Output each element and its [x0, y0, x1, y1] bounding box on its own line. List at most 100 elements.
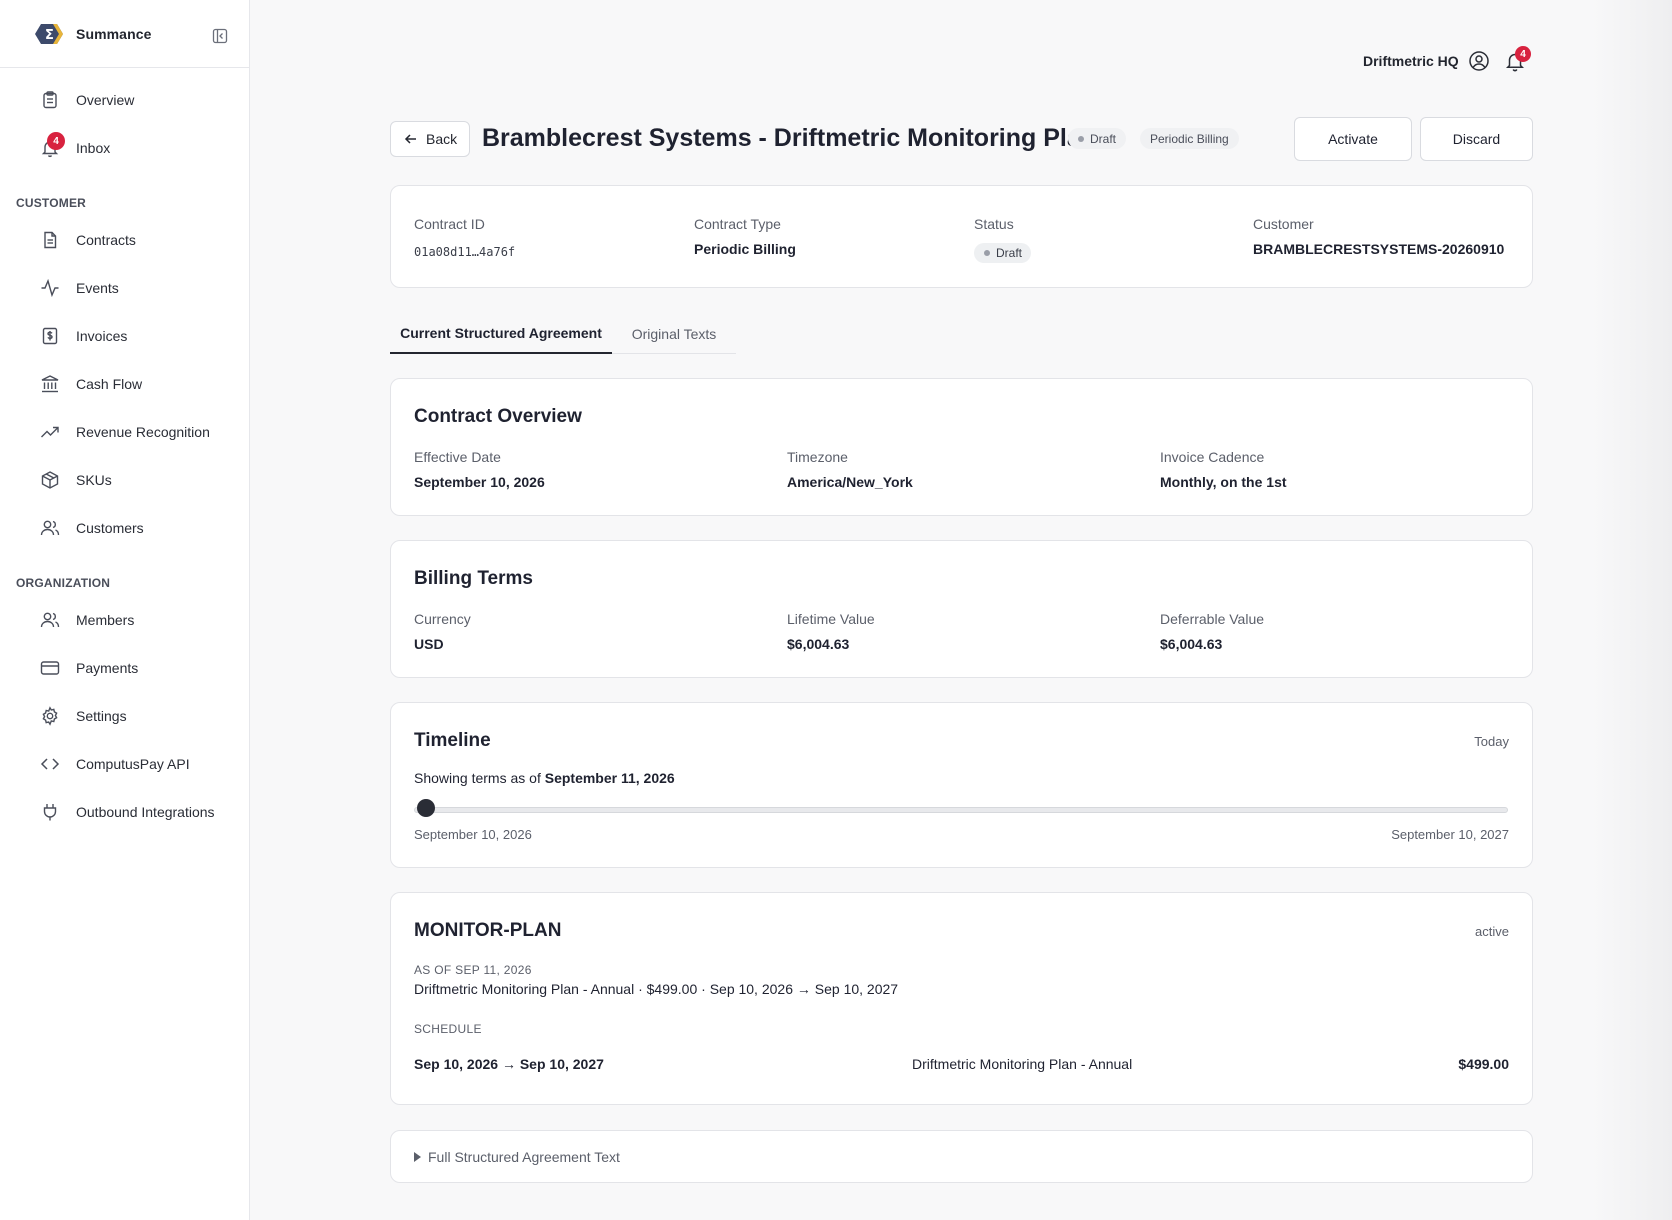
clipboard-icon: [39, 89, 61, 111]
sidebar-item-members[interactable]: Members: [0, 600, 250, 640]
bank-icon: [39, 373, 61, 395]
plug-icon: [39, 801, 61, 823]
billing-terms-card: Billing Terms Currency USD Lifetime Valu…: [390, 540, 1533, 678]
collapse-sidebar-icon[interactable]: [212, 28, 228, 44]
agreement-tabs: Current Structured Agreement Original Te…: [390, 314, 736, 354]
status-badge: Draft: [1068, 128, 1127, 149]
users-icon: [39, 517, 61, 539]
timeline-as-of-prefix: Showing terms as of: [414, 770, 541, 786]
svg-text:Σ: Σ: [45, 28, 54, 43]
status-value: Draft: [996, 246, 1023, 260]
customer-label: Customer: [1253, 216, 1314, 232]
tab-current-structured-agreement[interactable]: Current Structured Agreement: [390, 314, 612, 354]
invoice-cadence-label: Invoice Cadence: [1160, 449, 1265, 465]
invoice-cadence-value: Monthly, on the 1st: [1160, 474, 1287, 490]
plan-title: MONITOR-PLAN: [414, 920, 562, 941]
timeline-card: Timeline Today Showing terms as of Septe…: [390, 702, 1533, 868]
app-name: Summance: [76, 25, 152, 42]
contract-overview-card: Contract Overview Effective Date Septemb…: [390, 378, 1533, 516]
timezone-label: Timezone: [787, 449, 848, 465]
sidebar-item-label: Customers: [76, 520, 144, 536]
effective-date-label: Effective Date: [414, 449, 501, 465]
sidebar-item-cash-flow[interactable]: Cash Flow: [0, 364, 250, 404]
tab-original-texts[interactable]: Original Texts: [612, 314, 736, 354]
contract-summary-card: Contract ID 01a08d11…4a76f Contract Type…: [390, 185, 1533, 288]
sidebar-item-overview[interactable]: Overview: [0, 80, 250, 120]
status-badge-label: Draft: [1090, 131, 1117, 146]
sidebar-item-label: Events: [76, 280, 119, 296]
document-icon: [39, 229, 61, 251]
status-dot-icon: [1078, 135, 1084, 142]
timeline-title: Timeline: [414, 730, 491, 751]
effective-date-value: September 10, 2026: [414, 474, 545, 490]
full-structured-agreement-toggle[interactable]: Full Structured Agreement Text: [390, 1130, 1533, 1183]
sidebar-item-invoices[interactable]: Invoices: [0, 316, 250, 356]
user-account-icon[interactable]: [1468, 50, 1490, 72]
contract-id-value: 01a08d11…4a76f: [414, 245, 516, 259]
sidebar-item-label: Members: [76, 612, 135, 628]
deferrable-value: $6,004.63: [1160, 636, 1223, 652]
lifetime-value-label: Lifetime Value: [787, 611, 875, 627]
timeline-slider-track[interactable]: [414, 807, 1508, 813]
currency-value: USD: [414, 636, 444, 652]
credit-card-icon: [39, 657, 61, 679]
sidebar-item-revenue-recognition[interactable]: Revenue Recognition: [0, 412, 250, 452]
sidebar-item-inbox[interactable]: 4 Inbox: [0, 128, 250, 168]
sidebar-item-label: Inbox: [76, 140, 111, 156]
section-label-organization: ORGANIZATION: [16, 576, 111, 590]
schedule-label: SCHEDULE: [414, 1022, 482, 1036]
full-structured-agreement-label: Full Structured Agreement Text: [428, 1149, 620, 1165]
contract-type-badge-label: Periodic Billing: [1150, 131, 1229, 146]
activate-button[interactable]: Activate: [1294, 117, 1412, 161]
contract-type-value: Periodic Billing: [694, 241, 796, 257]
schedule-amount: $499.00: [1458, 1056, 1509, 1072]
sidebar-item-skus[interactable]: SKUs: [0, 460, 250, 500]
sidebar-item-computuspay-api[interactable]: ComputusPay API: [0, 744, 250, 784]
schedule-item: Driftmetric Monitoring Plan - Annual: [912, 1056, 1133, 1072]
page-title: Bramblecrest Systems - Driftmetric Monit…: [482, 124, 1097, 152]
plan-as-of-line: Driftmetric Monitoring Plan - Annual · $…: [414, 981, 899, 997]
plan-card: MONITOR-PLAN active AS OF SEP 11, 2026 D…: [390, 892, 1533, 1105]
users-icon: [39, 609, 61, 631]
timeline-end-label: September 10, 2027: [1391, 827, 1509, 842]
contract-type-badge: Periodic Billing: [1140, 128, 1239, 149]
summance-logo-icon: Σ: [35, 23, 63, 44]
section-label-customer: CUSTOMER: [16, 196, 87, 210]
timeline-as-of-date: September 11, 2026: [544, 770, 675, 786]
notification-count-badge: 4: [1515, 46, 1531, 62]
sidebar-item-label: SKUs: [76, 472, 112, 488]
trending-up-icon: [39, 421, 61, 443]
sidebar-item-label: ComputusPay API: [76, 756, 190, 772]
sidebar: Σ Summance Overview 4 Inbox CUSTOMER Con…: [0, 0, 250, 1220]
sidebar-item-customers[interactable]: Customers: [0, 508, 250, 548]
customer-value[interactable]: BRAMBLECRESTSYSTEMS-20260910: [1253, 241, 1504, 257]
org-switcher[interactable]: Driftmetric HQ: [1363, 53, 1459, 69]
sidebar-item-outbound-integrations[interactable]: Outbound Integrations: [0, 792, 250, 832]
schedule-period: Sep 10, 2026 → Sep 10, 2027: [414, 1056, 604, 1072]
sidebar-item-payments[interactable]: Payments: [0, 648, 250, 688]
discard-button[interactable]: Discard: [1420, 117, 1533, 161]
sidebar-item-contracts[interactable]: Contracts: [0, 220, 250, 260]
arrow-left-icon: [404, 134, 416, 144]
sidebar-item-label: Payments: [76, 660, 139, 676]
sidebar-item-events[interactable]: Events: [0, 268, 250, 308]
activity-icon: [39, 277, 61, 299]
caret-right-icon: [414, 1152, 421, 1162]
plan-as-of-label: AS OF SEP 11, 2026: [414, 963, 532, 977]
code-icon: [39, 753, 61, 775]
contract-type-label: Contract Type: [694, 216, 781, 232]
lifetime-value: $6,004.63: [787, 636, 850, 652]
timezone-value: America/New_York: [787, 474, 913, 490]
currency-label: Currency: [414, 611, 471, 627]
plan-state-badge: active: [1475, 924, 1509, 939]
package-icon: [39, 469, 61, 491]
sidebar-item-settings[interactable]: Settings: [0, 696, 250, 736]
status-value-badge: Draft: [974, 243, 1032, 263]
sidebar-item-label: Invoices: [76, 328, 128, 344]
contract-overview-title: Contract Overview: [414, 406, 582, 427]
inbox-badge: 4: [47, 132, 65, 150]
timeline-slider-thumb[interactable]: [417, 799, 436, 817]
today-button[interactable]: Today: [1474, 734, 1509, 749]
status-label: Status: [974, 216, 1014, 232]
back-button[interactable]: Back: [390, 121, 470, 157]
